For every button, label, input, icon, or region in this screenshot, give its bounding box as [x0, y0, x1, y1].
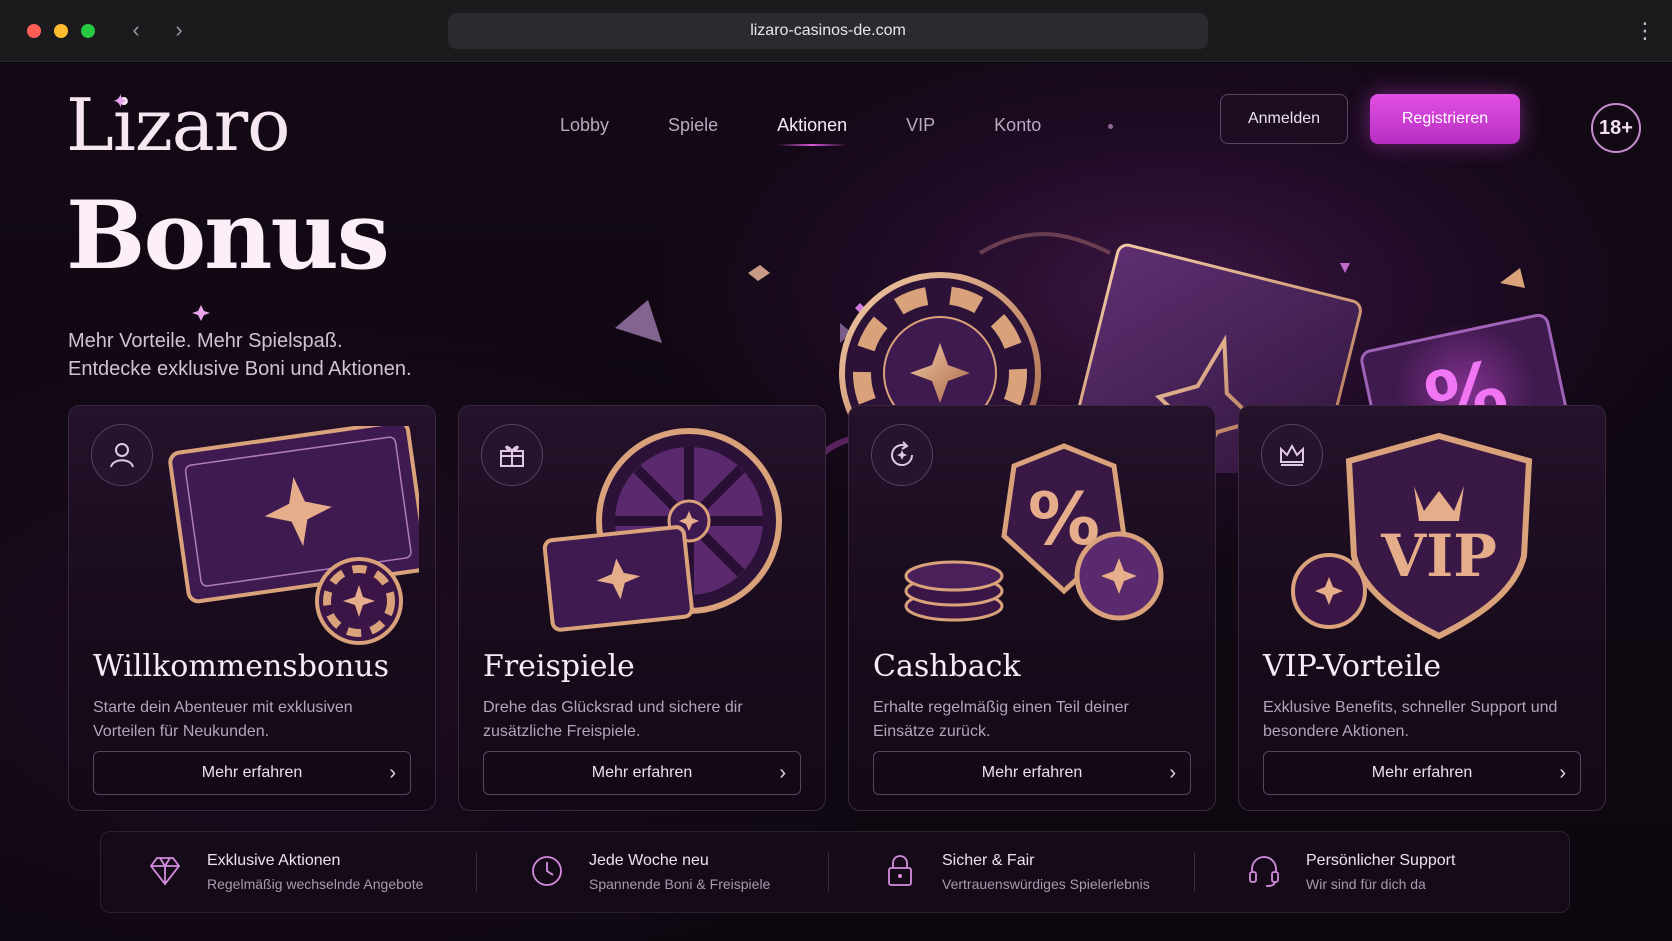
nav-decoration-dot: [1108, 124, 1113, 129]
nav-item-spiele[interactable]: Spiele: [668, 115, 718, 146]
title-divider: [66, 305, 346, 321]
minimize-window-button[interactable]: [54, 24, 68, 38]
mehr-erfahren-button[interactable]: Mehr erfahren ›: [1263, 751, 1581, 795]
bonus-card-freispiele: Freispiele Drehe das Glücksrad und siche…: [458, 405, 826, 811]
more-menu-icon[interactable]: ⋮: [1634, 18, 1656, 44]
page-title: Bonus: [66, 181, 390, 291]
mehr-erfahren-button[interactable]: Mehr erfahren ›: [483, 751, 801, 795]
chevron-right-icon: ›: [389, 762, 396, 784]
bonus-card-vip-vorteile: VIP VIP-Vorteile Exklusive Benefits, sch…: [1238, 405, 1606, 811]
logo-sparkle-icon: ✦: [112, 91, 129, 113]
crown-icon: [1261, 424, 1323, 486]
card-description: Exklusive Benefits, schneller Support un…: [1263, 699, 1558, 740]
feature-title: Persönlicher Support: [1306, 852, 1456, 869]
nav-item-vip[interactable]: VIP: [906, 115, 935, 146]
back-arrow-icon[interactable]: ‹: [123, 17, 149, 43]
site-logo[interactable]: Lizaro: [66, 83, 290, 167]
gift-icon: [481, 424, 543, 486]
clock-icon: [532, 856, 562, 886]
chevron-right-icon: ›: [1559, 762, 1566, 784]
age-restriction-badge: 18+: [1591, 103, 1641, 153]
feature-title: Sicher & Fair: [942, 852, 1035, 869]
feature-title: Jede Woche neu: [589, 852, 709, 869]
hero-subtitle-line2: Entdecke exklusive Boni und Aktionen.: [68, 358, 412, 380]
feature-title: Exklusive Aktionen: [207, 852, 341, 869]
diamond-icon: [149, 857, 181, 886]
nav-item-konto[interactable]: Konto: [994, 115, 1041, 146]
lock-icon: [888, 855, 912, 886]
hero-subtitle-line1: Mehr Vorteile. Mehr Spielspaß.: [68, 330, 343, 352]
hero-subtitle: Mehr Vorteile. Mehr Spielspaß. Entdecke …: [68, 327, 488, 383]
bonus-card-willkommensbonus: Willkommensbonus Starte dein Abenteuer m…: [68, 405, 436, 811]
chevron-right-icon: ›: [1169, 762, 1176, 784]
main-nav: Lobby Spiele Aktionen VIP Konto: [560, 115, 1100, 146]
button-label: Mehr erfahren: [1371, 764, 1473, 781]
card-title: Freispiele: [483, 649, 635, 684]
forward-arrow-icon[interactable]: ›: [166, 17, 192, 43]
divider: [1194, 852, 1195, 892]
mehr-erfahren-button[interactable]: Mehr erfahren ›: [873, 751, 1191, 795]
card-title: VIP-Vorteile: [1263, 649, 1442, 684]
feature-subtitle: Wir sind für dich da: [1306, 876, 1426, 892]
nav-item-aktionen[interactable]: Aktionen: [777, 115, 848, 146]
card-title: Cashback: [873, 649, 1021, 684]
maximize-window-button[interactable]: [81, 24, 95, 38]
feature-subtitle: Spannende Boni & Freispiele: [589, 876, 771, 892]
card-description: Starte dein Abenteuer mit exklusiven Vor…: [93, 699, 353, 740]
feature-subtitle: Vertrauenswürdiges Spielerlebnis: [942, 876, 1150, 892]
divider: [476, 852, 477, 892]
divider: [828, 852, 829, 892]
feature-subtitle: Regelmäßig wechselnde Angebote: [207, 876, 424, 892]
button-label: Mehr erfahren: [201, 764, 303, 781]
card-description: Drehe das Glücksrad und sichere dir zusä…: [483, 699, 743, 740]
vip-shield-text: VIP: [1380, 522, 1497, 590]
headset-icon: [1249, 856, 1279, 887]
nav-item-lobby[interactable]: Lobby: [560, 115, 609, 146]
chevron-right-icon: ›: [779, 762, 786, 784]
card-description: Erhalte regelmäßig einen Teil deiner Ein…: [873, 699, 1129, 740]
user-icon: [91, 424, 153, 486]
button-label: Mehr erfahren: [981, 764, 1083, 781]
mehr-erfahren-button[interactable]: Mehr erfahren ›: [93, 751, 411, 795]
card-title: Willkommensbonus: [93, 649, 390, 684]
features-bar: Exklusive Aktionen Regelmäßig wechselnde…: [100, 831, 1570, 913]
cashback-icon: [871, 424, 933, 486]
button-label: Mehr erfahren: [591, 764, 693, 781]
register-button[interactable]: Registrieren: [1370, 94, 1520, 144]
address-bar[interactable]: lizaro-casinos-de.com: [448, 13, 1208, 49]
bonus-page: Lizaro ✦ Lobby Spiele Aktionen VIP Konto…: [0, 63, 1672, 941]
browser-chrome: ‹ › lizaro-casinos-de.com ⋮: [0, 0, 1672, 62]
close-window-button[interactable]: [27, 24, 41, 38]
login-button[interactable]: Anmelden: [1220, 94, 1348, 144]
bonus-card-cashback: % Cashback Erhalte regelmäßig einen Teil…: [848, 405, 1216, 811]
